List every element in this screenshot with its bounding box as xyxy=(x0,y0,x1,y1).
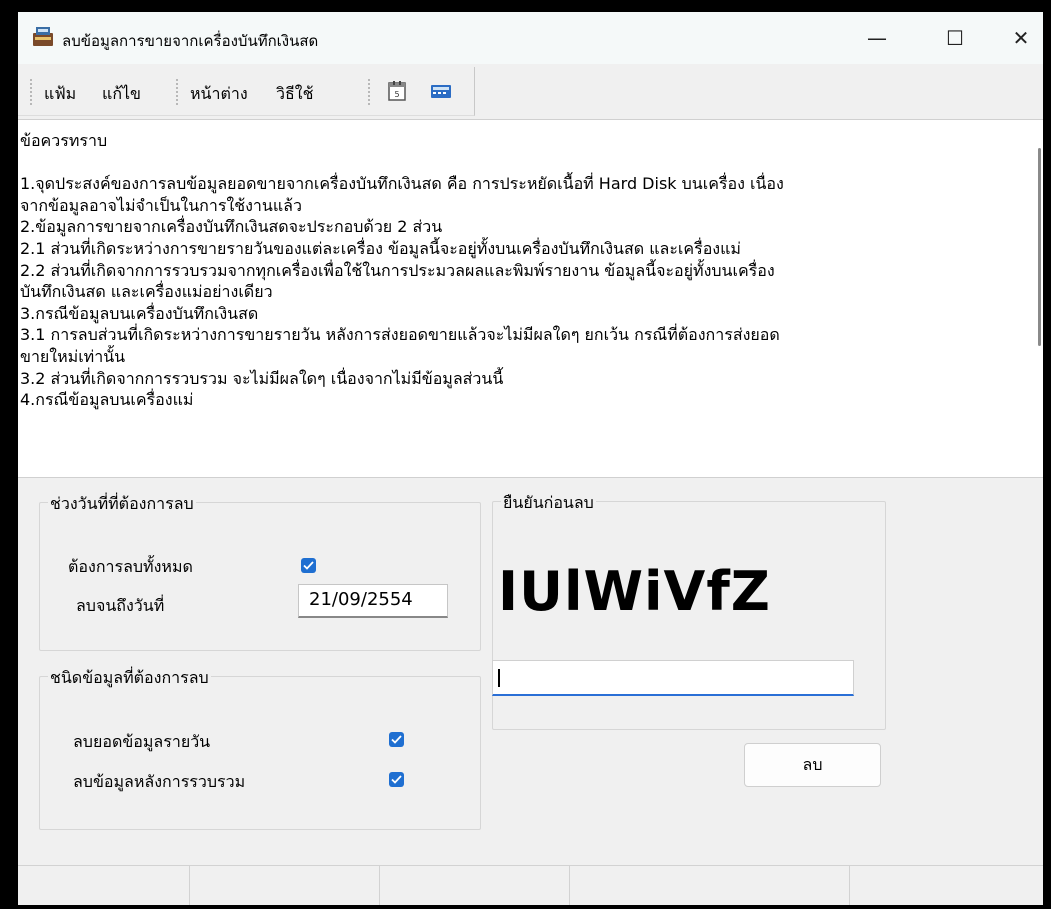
until-date-input[interactable]: 21/09/2554 xyxy=(298,584,448,618)
title-bar: ลบข้อมูลการขายจากเครื่องบันทึกเงินสด — ☐… xyxy=(18,12,1043,64)
check-icon xyxy=(391,775,402,784)
app-cash-register-icon xyxy=(33,27,53,46)
menu-bar: แฟ้ม แก้ไข หน้าต่าง วิธีใช้ 5 xyxy=(18,67,475,116)
delete-daily-label: ลบยอดข้อมูลรายวัน xyxy=(73,732,211,751)
svg-text:5: 5 xyxy=(394,90,399,99)
close-button[interactable]: ✕ xyxy=(992,12,1043,64)
notice-text: ข้อควรทราบ 1.จุดประสงค์ของการลบข้อมูลยอด… xyxy=(20,131,784,410)
menu-window[interactable]: หน้าต่าง xyxy=(190,82,248,107)
menu-edit[interactable]: แก้ไข xyxy=(102,82,141,107)
notice-text-area[interactable]: ข้อควรทราบ 1.จุดประสงค์ของการลบข้อมูลยอด… xyxy=(18,119,1043,478)
vertical-scrollbar[interactable] xyxy=(1038,148,1041,346)
main-window: ลบข้อมูลการขายจากเครื่องบันทึกเงินสด — ☐… xyxy=(18,12,1043,905)
status-divider xyxy=(569,866,570,905)
calendar-icon[interactable]: 5 xyxy=(386,80,408,102)
delete-daily-checkbox[interactable] xyxy=(389,732,404,747)
text-caret xyxy=(498,669,500,687)
minimize-button[interactable]: — xyxy=(848,12,906,64)
window-title: ลบข้อมูลการขายจากเครื่องบันทึกเงินสด xyxy=(62,32,319,50)
status-bar xyxy=(18,865,1043,905)
check-icon xyxy=(303,561,314,570)
toolbar-grip[interactable] xyxy=(368,79,370,105)
captcha-input[interactable] xyxy=(492,660,854,696)
calculator-icon[interactable] xyxy=(430,80,452,102)
until-date-label: ลบจนถึงวันที่ xyxy=(76,596,165,615)
status-divider xyxy=(379,866,380,905)
menu-file[interactable]: แฟ้ม xyxy=(44,82,76,107)
delete-all-checkbox[interactable] xyxy=(301,558,316,573)
status-divider xyxy=(189,866,190,905)
delete-after-collect-checkbox[interactable] xyxy=(389,772,404,787)
maximize-button[interactable]: ☐ xyxy=(926,12,984,64)
toolbar-grip[interactable] xyxy=(176,79,178,105)
delete-after-collect-label: ลบข้อมูลหลังการรวบรวม xyxy=(73,772,246,791)
data-type-legend: ชนิดข้อมูลที่ต้องการลบ xyxy=(48,666,211,691)
status-divider xyxy=(849,866,850,905)
toolbar-grip[interactable] xyxy=(30,79,32,105)
captcha-text: IUlWiVfZ xyxy=(498,560,771,623)
confirm-legend: ยืนยันก่อนลบ xyxy=(501,491,596,516)
delete-button[interactable]: ลบ xyxy=(744,743,881,787)
menu-help[interactable]: วิธีใช้ xyxy=(276,82,313,107)
date-range-legend: ช่วงวันที่ที่ต้องการลบ xyxy=(48,492,196,517)
check-icon xyxy=(391,735,402,744)
delete-all-label: ต้องการลบทั้งหมด xyxy=(68,557,193,576)
